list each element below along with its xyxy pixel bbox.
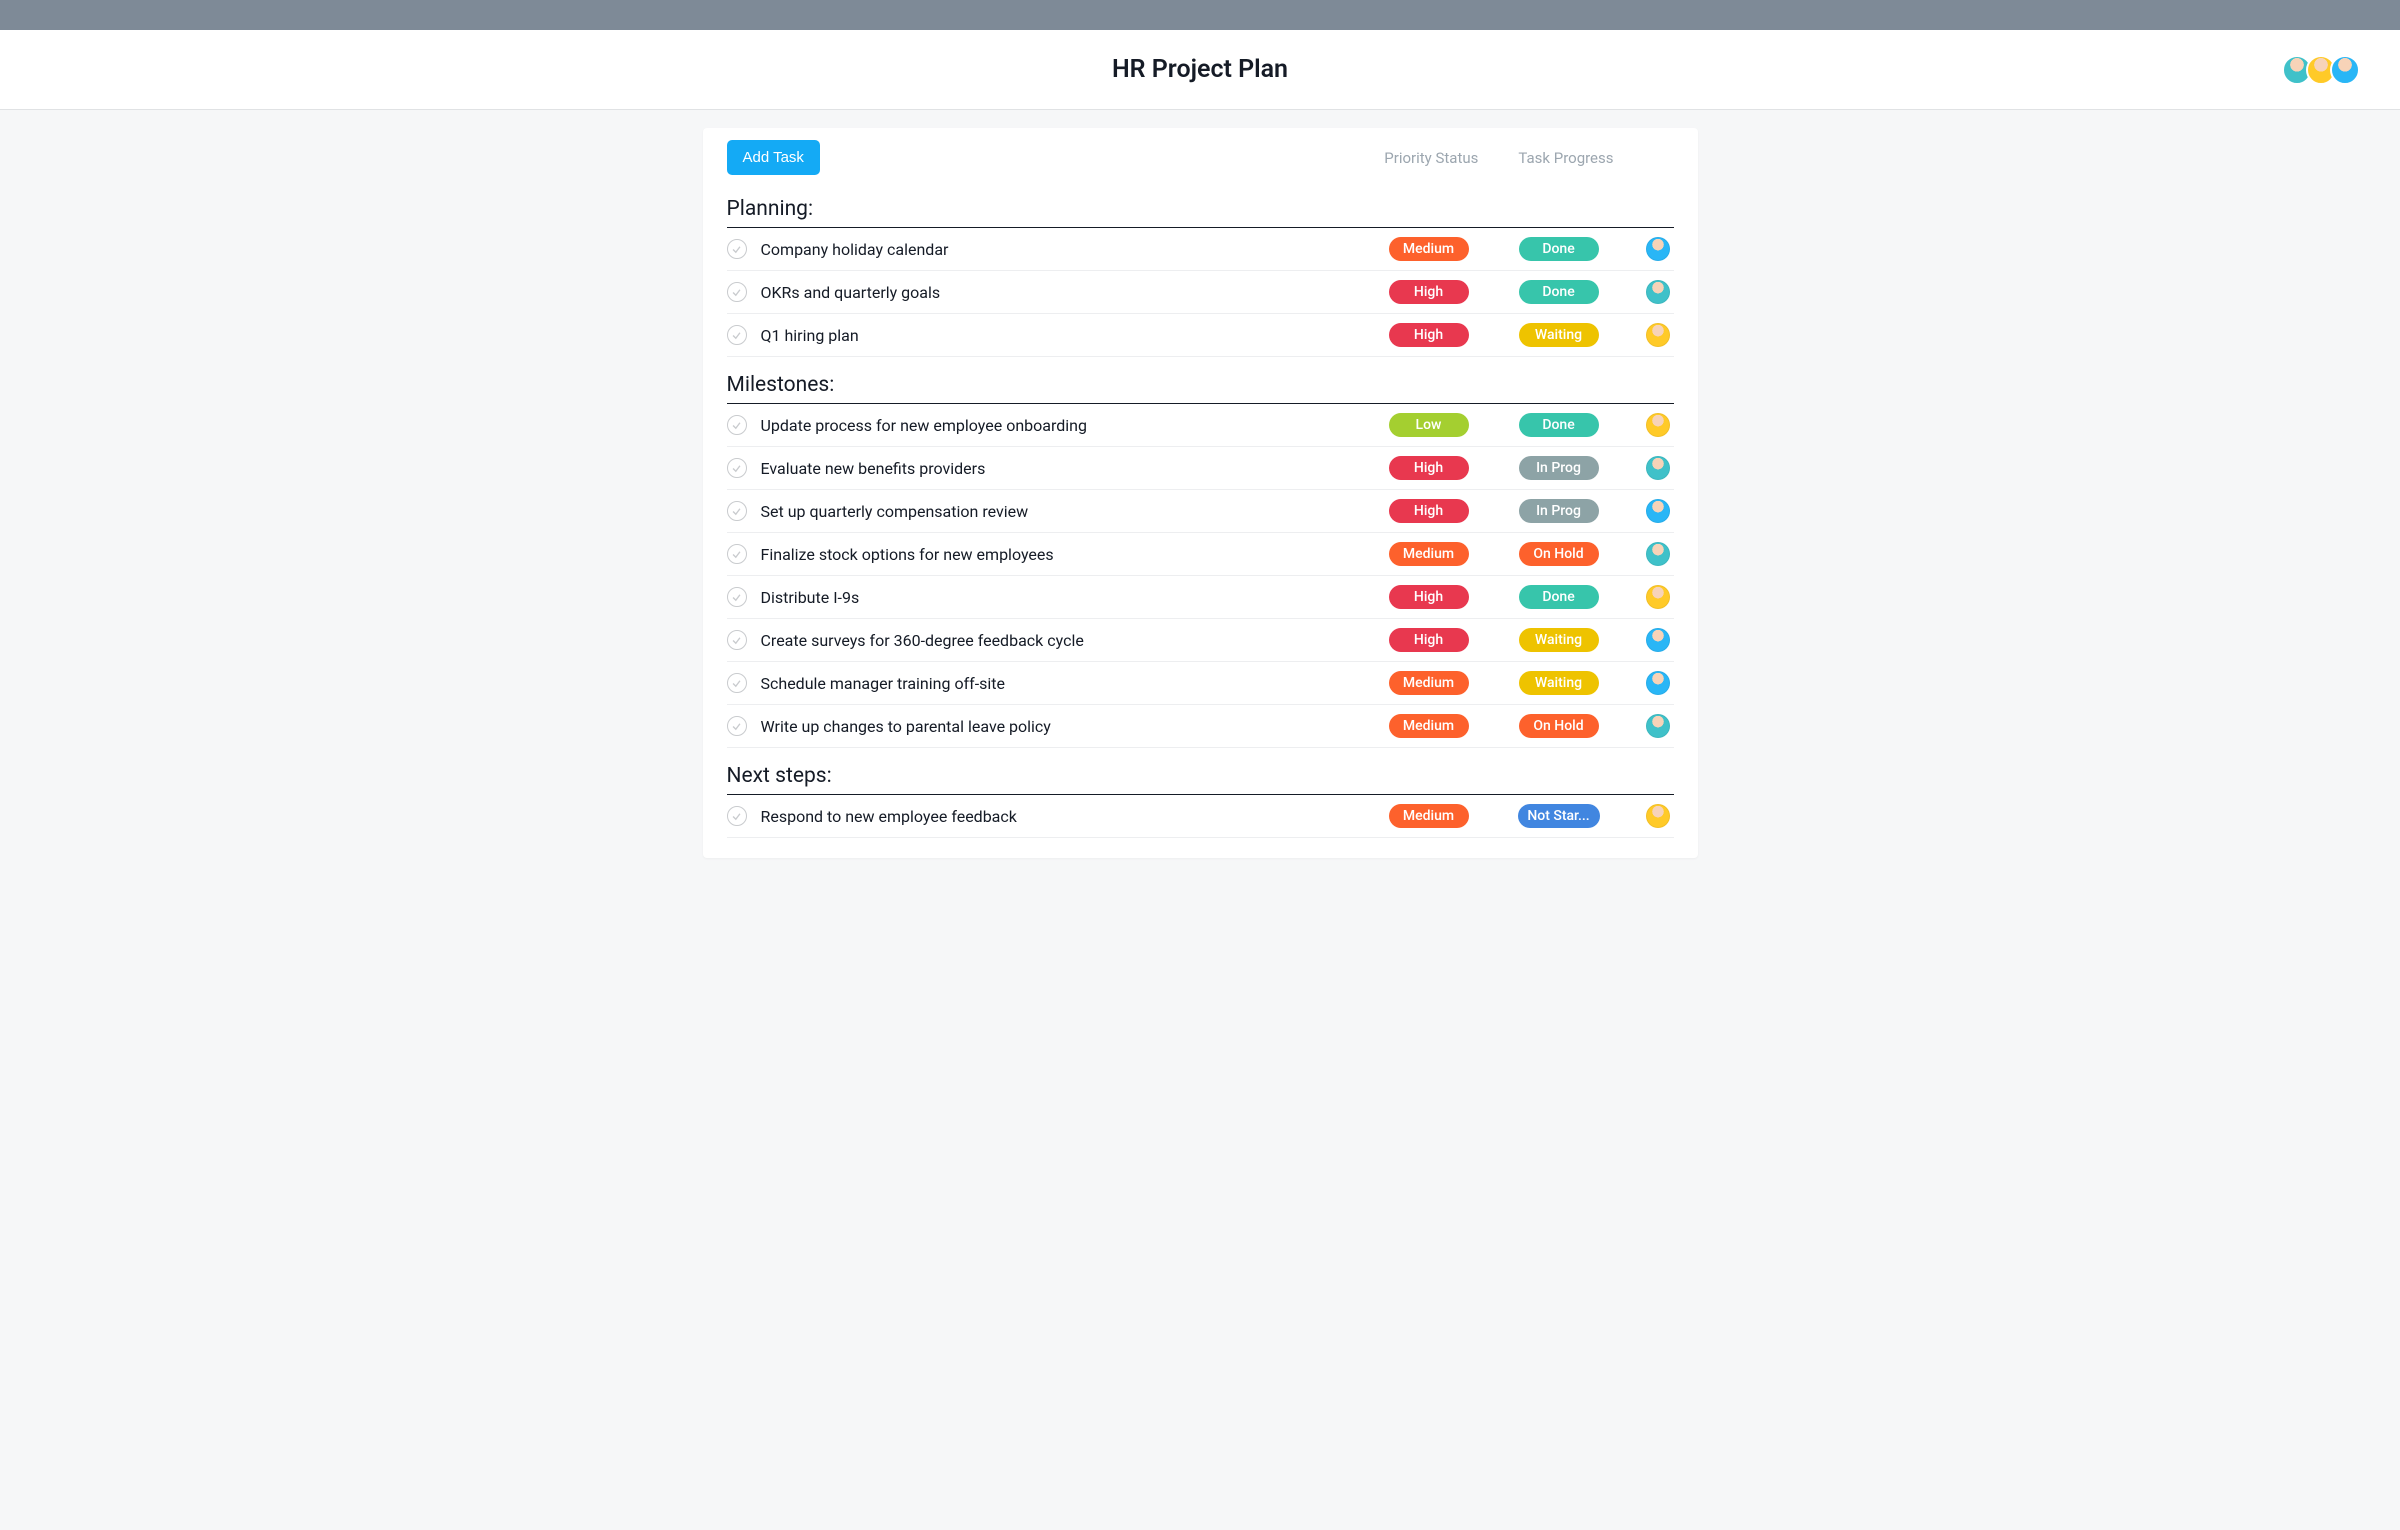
page-title: HR Project Plan xyxy=(1112,55,1288,84)
assignee-avatar[interactable] xyxy=(1646,714,1670,738)
section: Milestones: Update process for new employ… xyxy=(703,357,1698,748)
task-name[interactable]: Distribute I-9s xyxy=(747,588,1364,607)
priority-pill[interactable]: High xyxy=(1389,585,1469,609)
section-title: Planning: xyxy=(727,197,1674,228)
task-row[interactable]: Respond to new employee feedback Medium No… xyxy=(727,795,1674,838)
task-row[interactable]: Q1 hiring plan High Waiting xyxy=(727,314,1674,357)
progress-pill[interactable]: Not Star... xyxy=(1518,804,1600,828)
assignee-avatar[interactable] xyxy=(1646,413,1670,437)
check-icon[interactable] xyxy=(727,716,747,736)
task-name[interactable]: Create surveys for 360-degree feedback c… xyxy=(747,631,1364,650)
priority-pill[interactable]: Medium xyxy=(1389,714,1469,738)
column-headers: Priority Status Task Progress xyxy=(1384,149,1673,167)
task-name[interactable]: Q1 hiring plan xyxy=(747,326,1364,345)
check-icon[interactable] xyxy=(727,282,747,302)
check-icon[interactable] xyxy=(727,806,747,826)
assignee-avatar[interactable] xyxy=(1646,542,1670,566)
progress-pill[interactable]: Waiting xyxy=(1519,671,1599,695)
task-name[interactable]: Write up changes to parental leave polic… xyxy=(747,717,1364,736)
check-icon[interactable] xyxy=(727,415,747,435)
assignee-avatar[interactable] xyxy=(1646,585,1670,609)
toolbar: Add Task Priority Status Task Progress xyxy=(703,128,1698,181)
progress-pill[interactable]: On Hold xyxy=(1519,714,1599,738)
assignee-avatar[interactable] xyxy=(1646,628,1670,652)
progress-pill[interactable]: Waiting xyxy=(1519,628,1599,652)
priority-pill[interactable]: High xyxy=(1389,323,1469,347)
task-row[interactable]: Evaluate new benefits providers High In Pr… xyxy=(727,447,1674,490)
assignee-avatar[interactable] xyxy=(1646,323,1670,347)
assignee-avatar[interactable] xyxy=(1646,671,1670,695)
check-icon[interactable] xyxy=(727,458,747,478)
task-name[interactable]: Update process for new employee onboardi… xyxy=(747,416,1364,435)
assignee-avatar[interactable] xyxy=(1646,804,1670,828)
priority-pill[interactable]: Medium xyxy=(1389,671,1469,695)
check-icon[interactable] xyxy=(727,239,747,259)
priority-pill[interactable]: High xyxy=(1389,628,1469,652)
progress-pill[interactable]: Done xyxy=(1519,413,1599,437)
task-name[interactable]: Schedule manager training off-site xyxy=(747,674,1364,693)
task-row[interactable]: OKRs and quarterly goals High Done xyxy=(727,271,1674,314)
check-icon[interactable] xyxy=(727,544,747,564)
priority-pill[interactable]: High xyxy=(1389,456,1469,480)
priority-pill[interactable]: High xyxy=(1389,280,1469,304)
section-title: Next steps: xyxy=(727,764,1674,795)
task-name[interactable]: Set up quarterly compensation review xyxy=(747,502,1364,521)
task-name[interactable]: Respond to new employee feedback xyxy=(747,807,1364,826)
priority-pill[interactable]: Medium xyxy=(1389,237,1469,261)
task-name[interactable]: Finalize stock options for new employees xyxy=(747,545,1364,564)
task-row[interactable]: Finalize stock options for new employees… xyxy=(727,533,1674,576)
header-avatars xyxy=(2288,55,2360,85)
task-row[interactable]: Write up changes to parental leave polic… xyxy=(727,705,1674,748)
task-row[interactable]: Set up quarterly compensation review High… xyxy=(727,490,1674,533)
progress-pill[interactable]: Done xyxy=(1519,280,1599,304)
progress-pill[interactable]: Done xyxy=(1519,585,1599,609)
assignee-avatar[interactable] xyxy=(1646,280,1670,304)
progress-pill[interactable]: On Hold xyxy=(1519,542,1599,566)
column-header-progress: Task Progress xyxy=(1518,149,1613,167)
priority-pill[interactable]: Medium xyxy=(1389,542,1469,566)
check-icon[interactable] xyxy=(727,630,747,650)
progress-pill[interactable]: In Prog xyxy=(1519,456,1599,480)
task-name[interactable]: OKRs and quarterly goals xyxy=(747,283,1364,302)
task-row[interactable]: Company holiday calendar Medium Done xyxy=(727,228,1674,271)
check-icon[interactable] xyxy=(727,673,747,693)
progress-pill[interactable]: Done xyxy=(1519,237,1599,261)
task-row[interactable]: Update process for new employee onboardi… xyxy=(727,404,1674,447)
task-name[interactable]: Evaluate new benefits providers xyxy=(747,459,1364,478)
section: Planning: Company holiday calendar Medium D… xyxy=(703,181,1698,357)
header: HR Project Plan xyxy=(0,30,2400,110)
assignee-avatar[interactable] xyxy=(1646,237,1670,261)
priority-pill[interactable]: High xyxy=(1389,499,1469,523)
assignee-avatar[interactable] xyxy=(1646,456,1670,480)
avatar[interactable] xyxy=(2330,55,2360,85)
assignee-avatar[interactable] xyxy=(1646,499,1670,523)
main-panel: Add Task Priority Status Task Progress P… xyxy=(703,128,1698,858)
priority-pill[interactable]: Medium xyxy=(1389,804,1469,828)
add-task-button[interactable]: Add Task xyxy=(727,140,820,175)
check-icon[interactable] xyxy=(727,501,747,521)
section-title: Milestones: xyxy=(727,373,1674,404)
check-icon[interactable] xyxy=(727,587,747,607)
section: Next steps:Respond to new employee feedb… xyxy=(703,748,1698,838)
task-row[interactable]: Distribute I-9s High Done xyxy=(727,576,1674,619)
priority-pill[interactable]: Low xyxy=(1389,413,1469,437)
window-chrome xyxy=(0,0,2400,30)
task-row[interactable]: Create surveys for 360-degree feedback c… xyxy=(727,619,1674,662)
column-header-priority: Priority Status xyxy=(1384,149,1478,167)
task-row[interactable]: Schedule manager training off-site Medium… xyxy=(727,662,1674,705)
progress-pill[interactable]: Waiting xyxy=(1519,323,1599,347)
task-name[interactable]: Company holiday calendar xyxy=(747,240,1364,259)
check-icon[interactable] xyxy=(727,325,747,345)
progress-pill[interactable]: In Prog xyxy=(1519,499,1599,523)
